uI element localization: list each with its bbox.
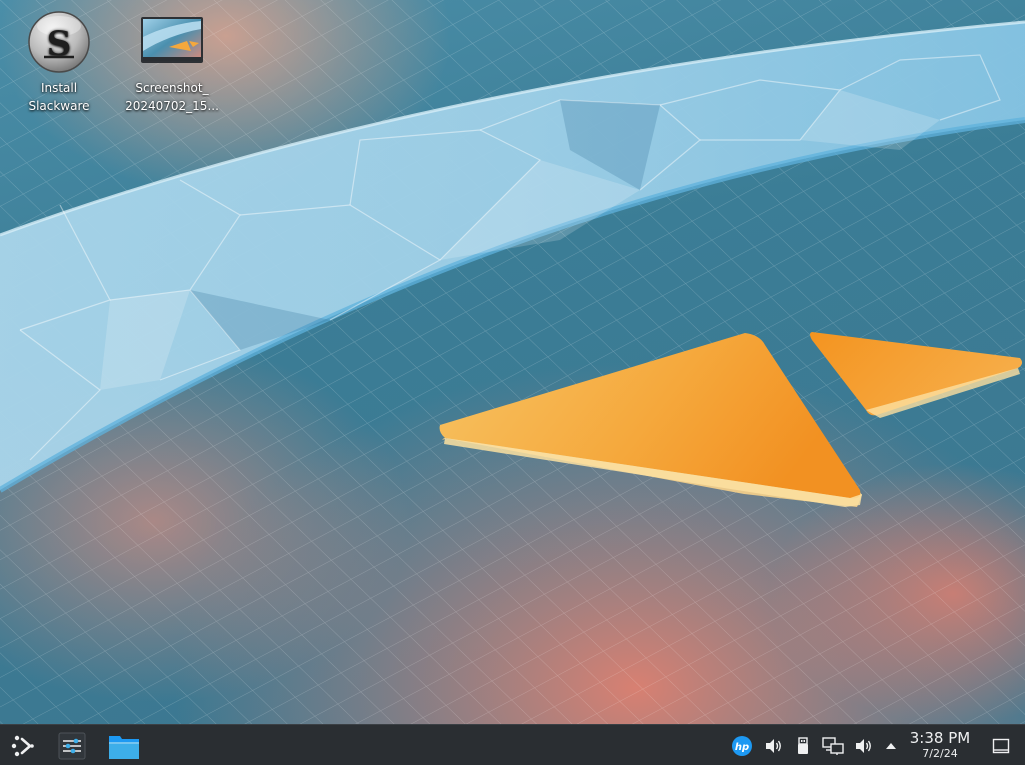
network-icon: [822, 737, 844, 755]
desktop-icon-install-slackware[interactable]: S Install Slackware: [9, 11, 109, 115]
desktop-icon-label-line2: Slackware: [28, 99, 90, 113]
taskbar: hp 3:38 PM 7/2/24: [0, 724, 1025, 765]
show-hidden-icons-arrow: [886, 743, 896, 749]
tray-hp-printer[interactable]: hp: [731, 735, 753, 757]
tray-show-hidden-button[interactable]: [880, 735, 902, 757]
system-settings-icon: [58, 732, 86, 760]
tray-volume-2[interactable]: [852, 735, 874, 757]
tray-network[interactable]: [822, 735, 844, 757]
show-desktop-icon: [992, 738, 1010, 754]
desktop-icon-label-line2: 20240702_15...: [125, 99, 219, 113]
clock-time: 3:38 PM: [909, 729, 971, 747]
pinned-file-manager[interactable]: [107, 729, 141, 763]
slackware-icon: S: [28, 11, 90, 73]
svg-text:hp: hp: [735, 742, 749, 753]
volume-icon: [766, 739, 781, 753]
pinned-system-settings[interactable]: [55, 729, 89, 763]
digital-clock[interactable]: 3:38 PM 7/2/24: [902, 729, 978, 761]
image-thumbnail-icon: [141, 17, 203, 63]
desktop[interactable]: S Install Slackware Screenshot_ 20240702…: [0, 0, 1025, 724]
file-manager-folder-icon: [109, 736, 139, 759]
tray-usb-device[interactable]: [792, 735, 814, 757]
application-launcher-button[interactable]: [7, 729, 41, 763]
desktop-icon-label-line1: Screenshot_: [135, 81, 209, 95]
usb-device-icon: [798, 737, 808, 754]
desktop-icon-screenshot[interactable]: Screenshot_ 20240702_15...: [122, 11, 222, 115]
show-desktop-button[interactable]: [990, 735, 1012, 757]
clock-date: 7/2/24: [922, 747, 958, 760]
application-launcher-icon: [11, 735, 34, 757]
hp-printer-icon: hp: [732, 736, 752, 756]
tray-volume-1[interactable]: [762, 735, 784, 757]
volume-icon: [856, 739, 871, 753]
desktop-icon-label-line1: Install: [40, 81, 78, 95]
